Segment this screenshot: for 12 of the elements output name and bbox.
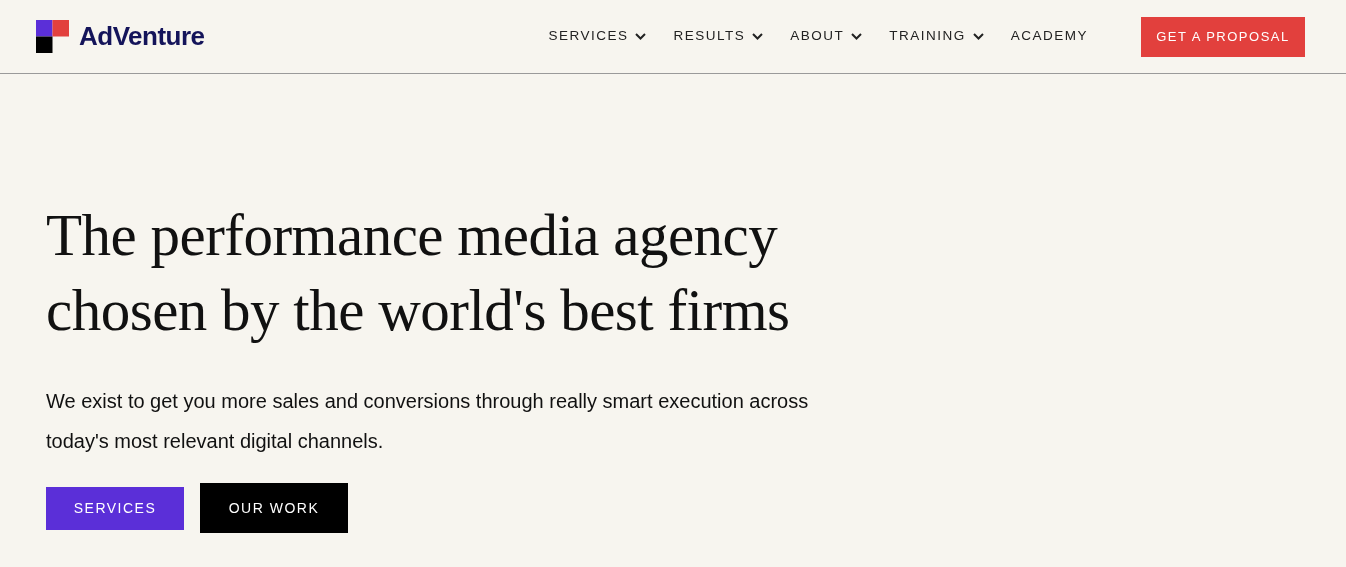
headline: The performance media agency chosen by the world's best firms [46,201,791,345]
our-work-button[interactable]: OUR WORK [200,483,348,533]
nav-link[interactable]: ACADEMY [1010,26,1088,47]
hero-description: We exist to get you more sales and conversions through really smart execution across today's most relevant digital channels. [46,389,810,454]
services-button[interactable]: SERVICES [46,486,184,530]
logo-text[interactable]: AdVenture [79,17,205,56]
nav-link[interactable]: SERVICES [548,26,647,47]
get-proposal-button[interactable]: GET A PROPOSAL [1141,16,1305,57]
nav-link[interactable]: RESULTS [673,26,764,47]
logo-icon [36,20,69,53]
nav-link[interactable]: TRAINING [889,26,984,47]
nav-link[interactable]: ABOUT [790,26,863,47]
